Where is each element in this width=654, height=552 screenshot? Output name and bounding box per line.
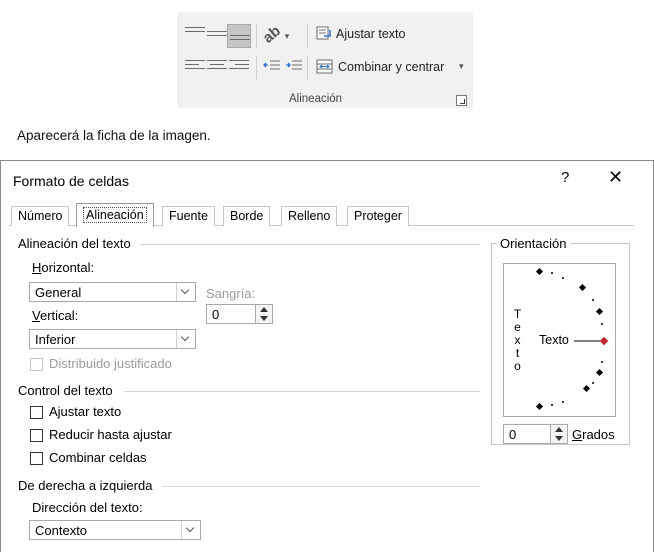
vertical-text-box[interactable]: T e x t o	[503, 263, 532, 417]
text-direction-label: Dirección del texto:	[32, 500, 143, 515]
spinner-arrows-icon[interactable]	[550, 425, 567, 443]
alignment-ribbon-group: ab ▾ Ajustar texto Combinar y centrar ▾ …	[177, 12, 473, 108]
ribbon-separator	[307, 24, 308, 48]
vertical-select[interactable]: Inferior	[29, 329, 196, 349]
degrees-label: Grados	[572, 427, 615, 442]
distributed-label: Distribuido justificado	[49, 356, 172, 371]
orientation-dropdown-icon: ▾	[284, 31, 290, 41]
degrees-spinner[interactable]: 0	[503, 424, 568, 444]
vertical-text-letter: x	[514, 333, 521, 347]
horizontal-label: Horizontal:	[32, 260, 95, 275]
tab-numero[interactable]: Número	[11, 206, 70, 226]
section-rule	[140, 244, 480, 245]
dialog-title: Formato de celdas	[13, 173, 129, 189]
ribbon-separator	[256, 56, 257, 80]
distributed-checkbox[interactable]	[30, 358, 43, 371]
tab-alineacion-label: Alineación	[83, 207, 147, 223]
ribbon-group-label: Alineación	[289, 93, 343, 105]
degrees-value: 0	[509, 427, 517, 442]
vertical-text-letter: e	[514, 320, 521, 334]
tab-proteger[interactable]: Proteger	[347, 206, 409, 226]
vertical-text-letter: T	[513, 307, 522, 321]
chevron-down-icon	[176, 330, 195, 348]
help-icon[interactable]: ?	[561, 169, 569, 186]
align-top-icon[interactable]	[185, 27, 205, 41]
merge-cells-label: Combinar celdas	[49, 450, 147, 465]
merge-center-icon	[316, 59, 333, 79]
tab-fuente[interactable]: Fuente	[162, 206, 215, 226]
vertical-label-text: ertical:	[39, 308, 79, 323]
horizontal-select-value: General	[35, 285, 82, 300]
text-direction-select[interactable]: Contexto	[29, 520, 201, 540]
dialog-launcher-icon[interactable]	[456, 95, 467, 106]
section-rtl: De derecha a izquierda	[18, 478, 157, 493]
degrees-label-text: rados	[582, 427, 615, 442]
vertical-select-value: Inferior	[35, 332, 76, 347]
wrap-text-button[interactable]: Ajustar texto	[336, 27, 405, 41]
merge-center-button[interactable]: Combinar y centrar	[338, 60, 444, 74]
tab-relleno[interactable]: Relleno	[281, 206, 338, 226]
horizontal-select[interactable]: General	[29, 282, 196, 302]
chevron-down-icon	[181, 521, 200, 539]
section-rule	[162, 486, 480, 487]
wrap-text-checkbox[interactable]	[30, 406, 43, 419]
vertical-text-letter: t	[515, 346, 520, 360]
close-icon[interactable]: ✕	[608, 167, 623, 188]
orientation-icon[interactable]: ab ▾	[260, 22, 290, 46]
vertical-label: Vertical:	[32, 308, 79, 323]
shrink-to-fit-checkbox[interactable]	[30, 429, 43, 442]
align-middle-icon[interactable]	[207, 31, 227, 45]
wrap-text-icon	[316, 26, 332, 40]
orientation-dial[interactable]: Texto	[530, 263, 616, 417]
merge-cells-checkbox[interactable]	[30, 452, 43, 465]
tab-alineacion[interactable]: Alineación	[76, 203, 154, 227]
align-right-icon[interactable]	[229, 60, 249, 74]
ribbon-separator	[256, 24, 257, 48]
text-direction-value: Contexto	[35, 523, 88, 538]
caption-text: Aparecerá la ficha de la imagen.	[17, 128, 211, 143]
section-text-control: Control del texto	[18, 383, 117, 398]
increase-indent-icon[interactable]	[285, 59, 303, 78]
decrease-indent-icon[interactable]	[263, 59, 281, 78]
section-alignment: Alineación del texto	[18, 236, 135, 251]
align-left-icon[interactable]	[185, 60, 205, 74]
ribbon-separator	[307, 56, 308, 80]
dial-text-label: Texto	[539, 333, 569, 347]
indent-value: 0	[212, 307, 220, 322]
align-center-icon[interactable]	[207, 60, 227, 74]
horizontal-label-text: orizontal:	[41, 260, 95, 275]
align-bottom-icon	[230, 35, 250, 49]
align-bottom-button[interactable]	[227, 24, 251, 48]
indent-spinner[interactable]: 0	[206, 304, 273, 324]
wrap-text-label: Ajustar texto	[49, 404, 122, 419]
shrink-to-fit-label: Reducir hasta ajustar	[49, 427, 172, 442]
section-orientation: Orientación	[497, 236, 571, 251]
chevron-down-icon	[176, 283, 195, 301]
spinner-arrows-icon[interactable]	[255, 305, 272, 323]
orientation-glyph: ab	[259, 22, 284, 47]
indent-label: Sangría:	[206, 286, 256, 301]
vertical-text-letter: o	[514, 359, 521, 373]
tab-borde[interactable]: Borde	[223, 206, 271, 226]
merge-dropdown-icon[interactable]: ▾	[459, 61, 464, 72]
section-rule	[124, 391, 480, 392]
